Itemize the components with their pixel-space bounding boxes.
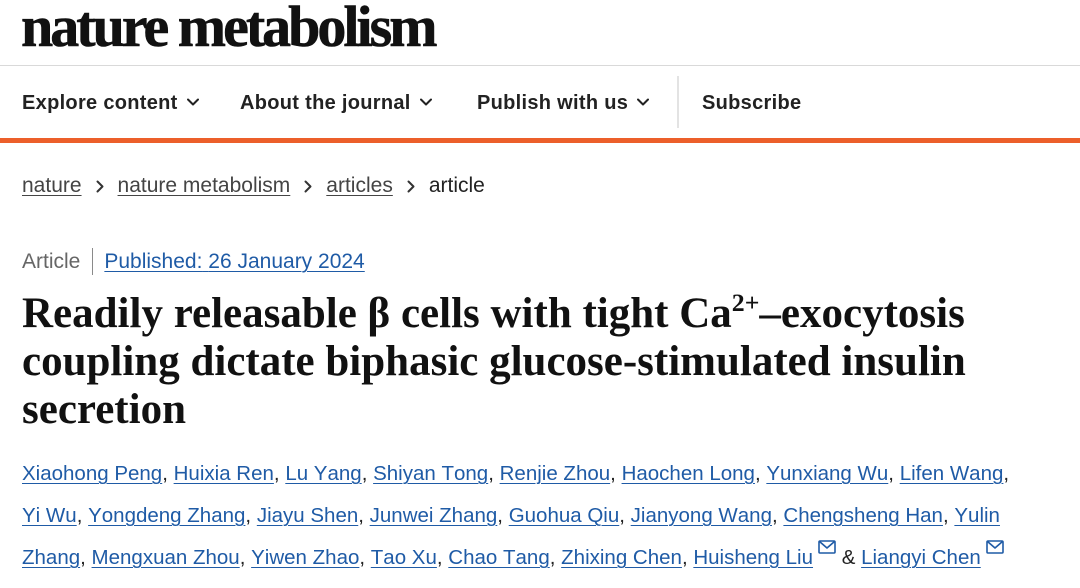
author-link[interactable]: Zhixing Chen <box>561 546 682 569</box>
envelope-icon[interactable] <box>818 540 836 554</box>
breadcrumb-link-articles[interactable]: articles <box>326 173 393 199</box>
nav-item-label: About the journal <box>240 92 411 114</box>
author-separator: , <box>771 504 784 527</box>
breadcrumb-link-nature[interactable]: nature <box>22 173 82 199</box>
nav-explore-content[interactable]: Explore content <box>22 90 199 116</box>
nav-divider <box>677 76 679 128</box>
article-meta: Article Published: 26 January 2024 <box>22 248 365 275</box>
breadcrumb: nature nature metabolism articles articl… <box>22 173 485 199</box>
nav-item-label: Publish with us <box>477 92 629 114</box>
author-separator: , <box>942 504 955 527</box>
author-separator: , <box>681 546 694 569</box>
author-link[interactable]: Yiwen Zhao <box>251 546 359 569</box>
published-label: Published: <box>104 250 203 273</box>
author-link[interactable]: Lifen Wang <box>900 462 1004 485</box>
author-link[interactable]: Jianyong Wang <box>631 504 772 527</box>
chevron-right-icon <box>96 180 104 192</box>
author-link[interactable]: Guohua Qiu <box>509 504 620 527</box>
author-separator: , <box>80 546 92 569</box>
author-link[interactable]: Yi Wu <box>22 504 77 527</box>
title-text: Readily releasable β cells with tight Ca <box>22 290 732 337</box>
author-list: Xiaohong Peng, Huixia Ren, Lu Yang, Shiy… <box>22 453 1016 579</box>
site-header: nature metabolism <box>0 0 1080 66</box>
author-link[interactable]: Tao Xu <box>371 546 437 569</box>
nav-subscribe[interactable]: Subscribe <box>702 90 801 116</box>
article-title: Readily releasable β cells with tight Ca… <box>22 290 1022 434</box>
article-type: Article <box>22 250 81 273</box>
breadcrumb-link-nature-metabolism[interactable]: nature metabolism <box>118 173 291 199</box>
author-separator: , <box>361 462 374 485</box>
author-link[interactable]: Huisheng Liu <box>693 546 813 569</box>
author-link[interactable]: Xiaohong Peng <box>22 462 162 485</box>
published-date-link[interactable]: Published: 26 January 2024 <box>104 248 364 275</box>
author-separator: , <box>619 504 631 527</box>
author-link[interactable]: Junwei Zhang <box>370 504 498 527</box>
author-separator: , <box>754 462 767 485</box>
author-link[interactable]: Chao Tang <box>448 546 549 569</box>
author-link[interactable]: Chengsheng Han <box>783 504 943 527</box>
author-separator: , <box>1003 462 1010 485</box>
author-separator: , <box>359 546 371 569</box>
author-separator: , <box>76 504 89 527</box>
author-separator: , <box>888 462 900 485</box>
chevron-right-icon <box>304 180 312 192</box>
author-separator: , <box>549 546 562 569</box>
published-date: 26 January 2024 <box>208 250 365 273</box>
author-link[interactable]: Huixia Ren <box>174 462 274 485</box>
author-link[interactable]: Lu Yang <box>285 462 361 485</box>
nav-publish-with-us[interactable]: Publish with us <box>477 90 650 116</box>
author-link[interactable]: Liangyi Chen <box>861 546 981 569</box>
chevron-down-icon <box>186 98 199 106</box>
author-link[interactable]: Renjie Zhou <box>500 462 611 485</box>
accent-bar <box>0 138 1080 143</box>
author-link[interactable]: Shiyan Tong <box>373 462 488 485</box>
author-separator: , <box>610 462 622 485</box>
author-separator: , <box>358 504 370 527</box>
author-link[interactable]: Haochen Long <box>622 462 755 485</box>
envelope-icon[interactable] <box>985 540 1004 554</box>
author-link[interactable]: Yongdeng Zhang <box>88 504 245 527</box>
author-link[interactable]: Jiayu Shen <box>257 504 358 527</box>
author-separator: , <box>245 504 257 527</box>
meta-divider <box>92 248 94 275</box>
main-nav: Explore content About the journal Publis… <box>0 66 1080 138</box>
journal-logo[interactable]: nature metabolism <box>21 0 438 56</box>
nav-item-label: Subscribe <box>702 92 802 114</box>
chevron-down-icon <box>419 98 432 106</box>
author-link[interactable]: Mengxuan Zhou <box>92 546 240 569</box>
author-separator: , <box>162 462 174 485</box>
nav-item-label: Explore content <box>22 92 178 114</box>
author-link[interactable]: Yunxiang Wu <box>766 462 888 485</box>
title-superscript: 2+ <box>731 288 760 318</box>
author-separator: , <box>488 462 500 485</box>
breadcrumb-current: article <box>428 174 485 197</box>
chevron-down-icon <box>637 98 650 106</box>
nav-about-the-journal[interactable]: About the journal <box>240 90 432 116</box>
author-separator: , <box>273 462 286 485</box>
author-separator: , <box>436 546 449 569</box>
chevron-right-icon <box>407 180 415 192</box>
author-separator: , <box>497 504 509 527</box>
author-separator: & <box>836 546 862 569</box>
author-separator: , <box>239 546 252 569</box>
